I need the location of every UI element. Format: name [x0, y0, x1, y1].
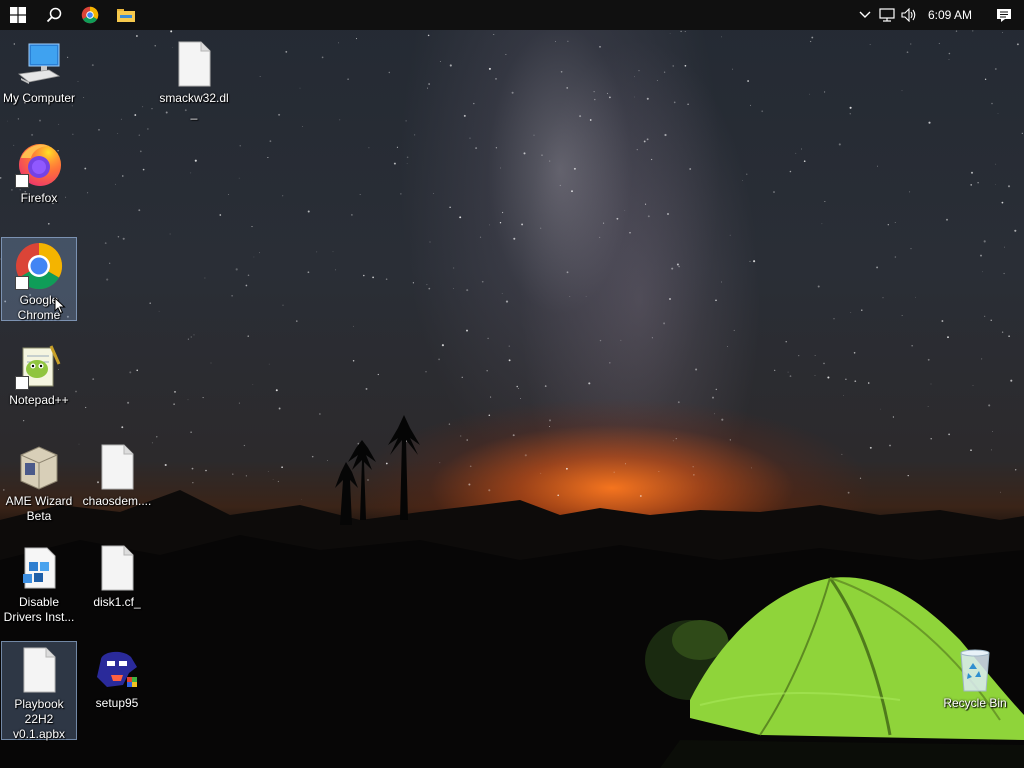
desktop-icon-disable-drivers[interactable]: Disable Drivers Inst...	[1, 540, 77, 625]
volume-tray-button[interactable]	[898, 0, 920, 30]
desktop-icon-recycle-bin[interactable]: Recycle Bin	[937, 641, 1013, 711]
file-explorer-icon	[117, 9, 135, 22]
recycle-bin-icon	[960, 649, 990, 692]
action-center-button[interactable]	[984, 0, 1024, 30]
taskbar-clock[interactable]: 6:09 AM	[920, 8, 984, 22]
desktop-icon-ame-wizard[interactable]: AME Wizard Beta	[1, 439, 77, 524]
chrome-icon	[81, 6, 99, 24]
desktop-icon-label: Notepad++	[9, 393, 69, 407]
chevron-up-icon	[859, 11, 871, 18]
ame-wizard-icon	[20, 446, 58, 490]
windows-start-icon	[10, 7, 26, 23]
blank-file-icon	[23, 647, 56, 693]
desktop-icon-label: My Computer	[2, 91, 76, 105]
blank-file-icon	[101, 444, 134, 490]
shortcut-arrow-icon	[15, 276, 29, 290]
shortcut-arrow-icon	[15, 174, 29, 188]
start-button[interactable]	[0, 0, 36, 30]
desktop-icon-label: Playbook 22H2 v0.1.apbx	[12, 697, 66, 741]
taskbar: 6:09 AM	[0, 0, 1024, 30]
desktop-icon-firefox[interactable]: Firefox	[1, 136, 77, 206]
search-icon	[46, 7, 62, 23]
desktop-icon-playbook[interactable]: Playbook 22H2 v0.1.apbx	[1, 641, 77, 741]
desktop-icon-chaosdem[interactable]: chaosdem....	[79, 439, 155, 509]
desktop-icon-label: chaosdem....	[82, 494, 152, 508]
shortcut-arrow-icon	[15, 376, 29, 390]
desktop-icon-smackw32[interactable]: smackw32.dl_	[156, 36, 232, 121]
desktop-icon-my-computer[interactable]: My Computer	[1, 36, 77, 106]
desktop-icon-label: disk1.cf_	[93, 595, 141, 609]
taskbar-chrome-button[interactable]	[72, 0, 108, 30]
desktop-icon-label: Firefox	[20, 191, 58, 205]
blank-file-icon	[178, 41, 211, 87]
search-button[interactable]	[36, 0, 72, 30]
desktop-icon-disk1[interactable]: disk1.cf_	[79, 540, 155, 610]
desktop-icon-label: setup95	[95, 696, 139, 710]
mouse-pointer-icon	[54, 297, 66, 315]
network-icon	[879, 8, 895, 22]
blank-file-icon	[101, 545, 134, 591]
desktop-icon-label: Disable Drivers Inst...	[3, 595, 75, 624]
desktop[interactable]: 6:09 AM My Computer smackw32.dl_ Firefox…	[0, 0, 1024, 768]
volume-icon	[901, 8, 916, 22]
computer-icon	[18, 43, 61, 84]
taskbar-file-explorer-button[interactable]	[108, 0, 144, 30]
show-hidden-icons-button[interactable]	[854, 0, 876, 30]
desktop-icon-notepadpp[interactable]: Notepad++	[1, 338, 77, 408]
desktop-icon-label: AME Wizard Beta	[5, 494, 73, 523]
desktop-icon-label: smackw32.dl_	[159, 91, 229, 120]
setup95-icon	[97, 651, 137, 687]
action-center-icon	[997, 8, 1011, 22]
cubes-icon	[23, 547, 56, 589]
desktop-icon-setup95[interactable]: setup95	[79, 641, 155, 711]
network-tray-button[interactable]	[876, 0, 898, 30]
desktop-icon-label: Recycle Bin	[943, 696, 1007, 710]
